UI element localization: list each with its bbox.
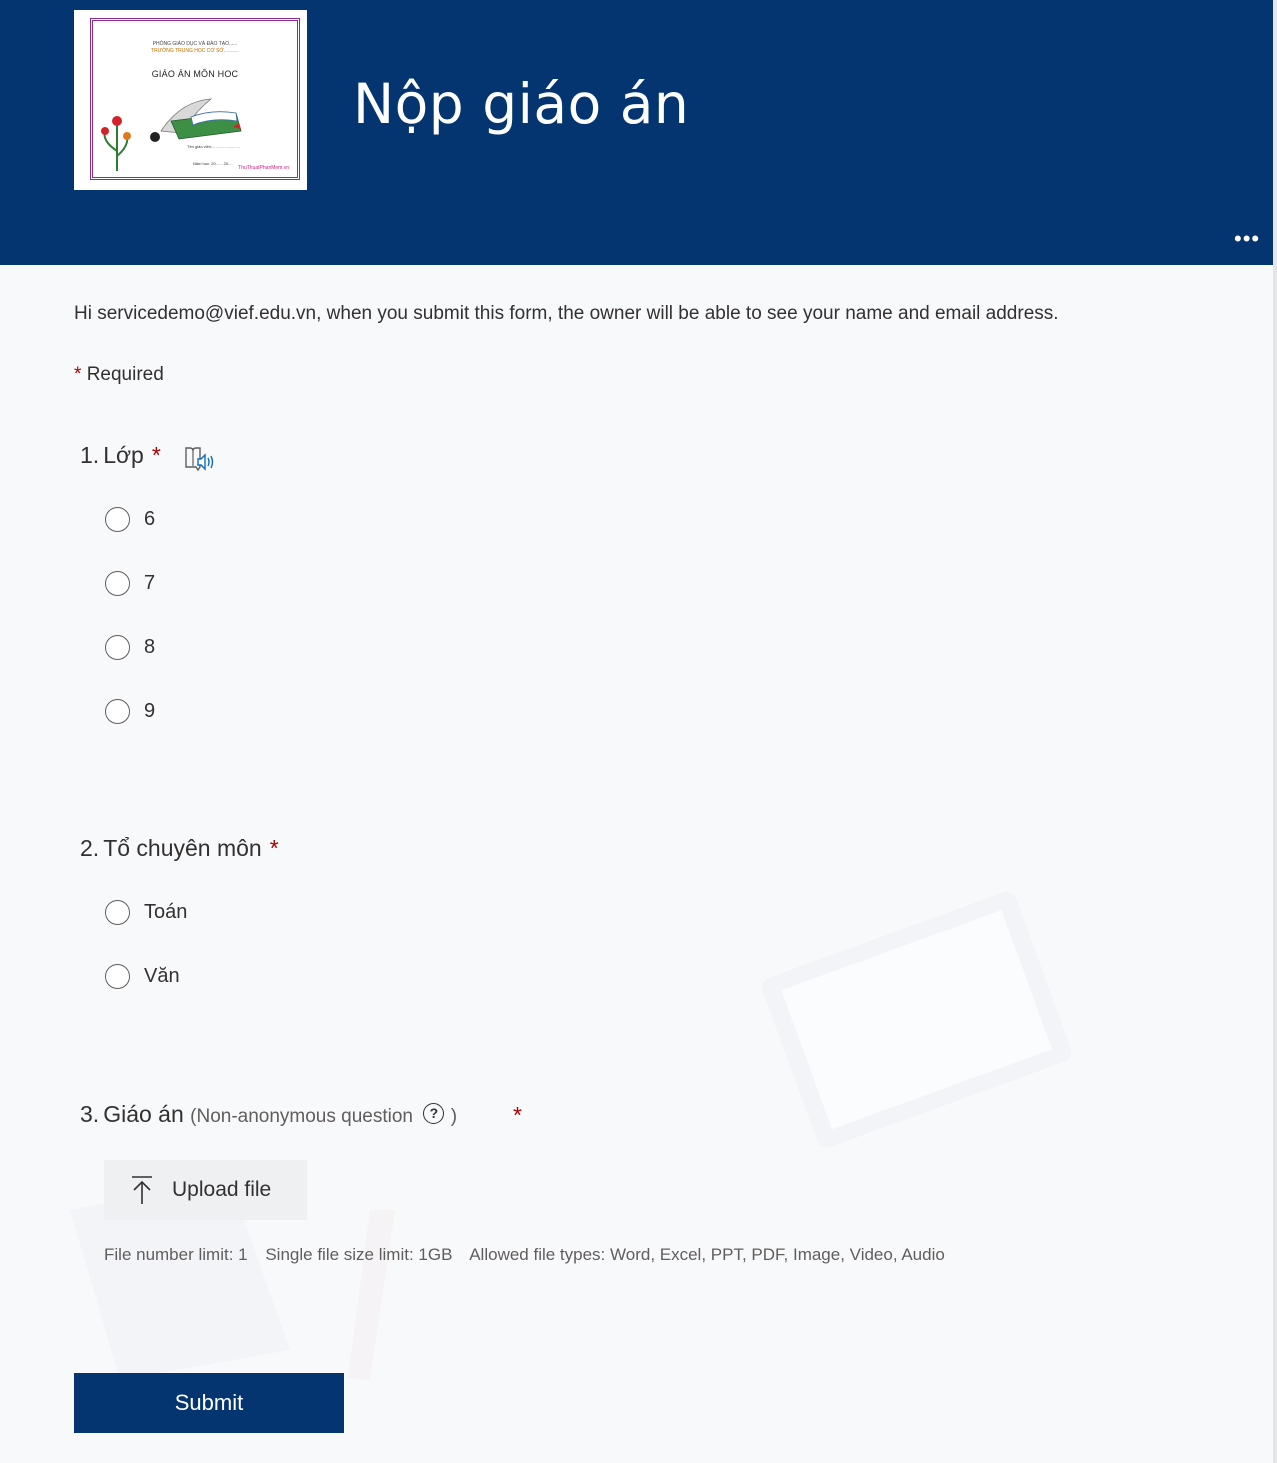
required-legend: * Required — [74, 364, 164, 386]
option-label: 8 — [144, 635, 156, 658]
question-text: Tổ chuyên môn — [103, 835, 262, 861]
allowed-file-types: Allowed file types: Word, Excel, PPT, PD… — [469, 1245, 945, 1264]
file-size-limit: Single file size limit: 1GB — [265, 1245, 453, 1264]
help-icon[interactable]: ? — [423, 1103, 445, 1125]
question-text: Lớp — [103, 442, 144, 468]
flower-illustration — [101, 116, 131, 171]
logo-title: GIÁO ÁN MÔN HOC — [151, 69, 239, 79]
immersive-reader-icon[interactable] — [184, 445, 216, 473]
question-1-title: 1. Lớp * — [80, 442, 161, 469]
form-header: PHÒNG GIÁO DỤC VÀ ĐÀO TẠO...... TRƯỜNG T… — [0, 0, 1273, 265]
logo-teacher-line: Tên giáo viên:......................... — [187, 144, 240, 149]
upload-icon — [132, 1176, 152, 1204]
logo-line1: PHÒNG GIÁO DỤC VÀ ĐÀO TẠO...... — [152, 41, 238, 47]
radio-button[interactable] — [105, 634, 130, 660]
question-number: 3. — [80, 1101, 100, 1127]
book-quill-illustration — [150, 98, 242, 142]
option-label: Văn — [144, 964, 180, 987]
radio-button[interactable] — [105, 899, 130, 925]
required-star: * — [151, 442, 161, 468]
radio-button[interactable] — [105, 963, 130, 989]
option-van[interactable]: Văn — [105, 961, 180, 991]
non-anonymous-note: (Non-anonymous question — [190, 1106, 413, 1127]
option-toan[interactable]: Toán — [105, 897, 187, 927]
option-label: 7 — [144, 571, 156, 594]
logo-watermark: ThuThuatPhanMem.vn — [238, 165, 289, 171]
upload-file-label: Upload file — [172, 1178, 272, 1201]
radio-button[interactable] — [105, 506, 130, 532]
window-edge — [1273, 0, 1277, 1463]
option-label: 6 — [144, 507, 156, 530]
option-lop-8[interactable]: 8 — [105, 632, 155, 662]
form-title: Nộp giáo án — [353, 72, 690, 136]
logo-line2: TRƯỜNG TRUNG HỌC CƠ SỞ........... — [151, 48, 239, 54]
radio-button[interactable] — [105, 570, 130, 596]
upload-limits: File number limit: 1 Single file size li… — [104, 1245, 958, 1265]
option-label: Toán — [144, 900, 188, 923]
option-lop-7[interactable]: 7 — [105, 568, 155, 598]
submit-button[interactable]: Submit — [74, 1373, 344, 1433]
option-lop-6[interactable]: 6 — [105, 504, 155, 534]
question-number: 2. — [80, 835, 100, 861]
option-label: 9 — [144, 699, 156, 722]
form-logo-image: PHÒNG GIÁO DỤC VÀ ĐÀO TẠO...... TRƯỜNG T… — [74, 10, 307, 190]
option-lop-9[interactable]: 9 — [105, 696, 155, 726]
upload-file-button[interactable]: Upload file — [104, 1160, 307, 1220]
privacy-notice: Hi servicedemo@vief.edu.vn, when you sub… — [74, 303, 1059, 324]
required-star: * — [269, 835, 279, 861]
tablet-background-decoration — [761, 891, 1072, 1148]
question-2-title: 2. Tổ chuyên môn * — [80, 835, 279, 862]
logo-year-line: Năm học: 20.... - 20.... — [193, 161, 233, 166]
question-number: 1. — [80, 442, 100, 468]
question-3-title: 3. Giáo án (Non-anonymous question ? ) — [80, 1101, 457, 1128]
required-label: Required — [86, 364, 164, 385]
file-number-limit: File number limit: 1 — [104, 1245, 248, 1264]
non-anonymous-note-close: ) — [450, 1106, 458, 1127]
radio-button[interactable] — [105, 698, 130, 724]
more-options-icon[interactable]: ••• — [1234, 228, 1260, 250]
required-star: * — [74, 364, 82, 385]
required-star: * — [513, 1102, 522, 1128]
logo-border: PHÒNG GIÁO DỤC VÀ ĐÀO TẠO...... TRƯỜNG T… — [90, 18, 300, 180]
question-text: Giáo án — [103, 1101, 184, 1127]
